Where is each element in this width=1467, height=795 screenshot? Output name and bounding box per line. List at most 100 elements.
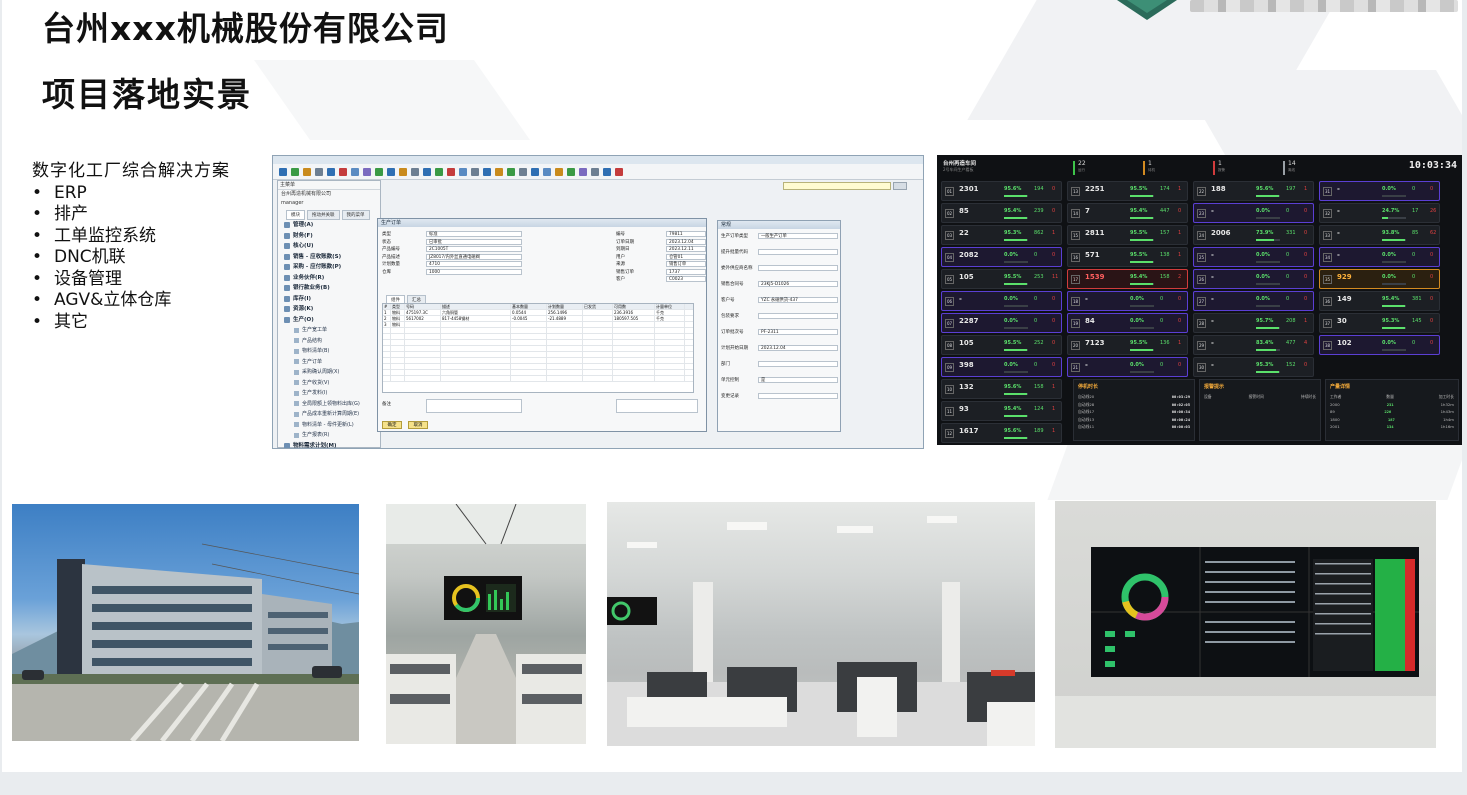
machine-card[interactable]: 37 30 95.3% 145 0	[1319, 313, 1440, 333]
erp-side-input[interactable]: YZC 永磁供货-437	[758, 297, 838, 303]
machine-card[interactable]: 07 2287 0.0% 0 0	[941, 313, 1062, 333]
erp-field-input[interactable]: 1737	[666, 268, 706, 275]
erp-module-item[interactable]: 管理(A)	[278, 220, 380, 231]
erp-module-item[interactable]: 资源(K)	[278, 304, 380, 315]
machine-card[interactable]: 32- 24.7% 17 26	[1319, 203, 1440, 223]
erp-module-item[interactable]: 银行款业务(B)	[278, 283, 380, 294]
erp-production-item[interactable]: 产品结构	[278, 336, 380, 347]
erp-production-item[interactable]: 生产收货(V)	[278, 378, 380, 389]
machine-card[interactable]: 02 85 95.4% 239 0	[941, 203, 1062, 223]
toolbar-button-icon[interactable]	[279, 167, 287, 176]
erp-field-input[interactable]: 标准	[426, 231, 522, 237]
erp-side-input[interactable]: PF-2311	[758, 329, 838, 335]
toolbar-button-icon[interactable]	[423, 167, 431, 176]
machine-card[interactable]: 05 105 95.5% 253 11	[941, 269, 1062, 289]
toolbar-button-icon[interactable]	[591, 167, 599, 176]
machine-card[interactable]: 06- 0.0% 0 0	[941, 291, 1062, 311]
machine-card[interactable]: 34- 0.0% 0 0	[1319, 247, 1440, 267]
toolbar-button-icon[interactable]	[327, 167, 335, 176]
erp-field-input[interactable]: 79811	[666, 231, 706, 237]
toolbar-button-icon[interactable]	[555, 167, 563, 176]
erp-search-button[interactable]	[893, 182, 907, 190]
toolbar-button-icon[interactable]	[567, 167, 575, 176]
erp-field-input[interactable]: C0023	[666, 276, 706, 282]
machine-card[interactable]: 19 84 0.0% 0 0	[1067, 313, 1188, 333]
toolbar-button-icon[interactable]	[399, 167, 407, 176]
erp-production-item[interactable]: 生产发料(I)	[278, 388, 380, 399]
toolbar-button-icon[interactable]	[483, 167, 491, 176]
toolbar-button-icon[interactable]	[471, 167, 479, 176]
toolbar-button-icon[interactable]	[363, 167, 371, 176]
toolbar-button-icon[interactable]	[303, 167, 311, 176]
machine-card[interactable]: 27- 0.0% 0 0	[1193, 291, 1314, 311]
machine-card[interactable]: 25- 0.0% 0 0	[1193, 247, 1314, 267]
erp-side-input[interactable]: 2023.12.04	[758, 345, 838, 351]
erp-menu-tab[interactable]: 我的菜单	[341, 210, 370, 220]
erp-side-input[interactable]	[758, 265, 838, 271]
erp-module-item[interactable]: 生产(O)	[278, 315, 380, 326]
erp-field-input[interactable]: 1000	[426, 268, 522, 275]
erp-module-mrp[interactable]: 物料需求计划(M)	[278, 441, 380, 448]
erp-production-item[interactable]: 物料清单 - 母件更新(L)	[278, 420, 380, 431]
erp-remark-input[interactable]	[426, 399, 522, 413]
toolbar-button-icon[interactable]	[411, 167, 419, 176]
erp-menu-tab[interactable]: 拖动并关联	[307, 210, 340, 220]
machine-card[interactable]: 28- 95.7% 208 1	[1193, 313, 1314, 333]
toolbar-button-icon[interactable]	[351, 167, 359, 176]
erp-module-item[interactable]: 采购 - 应付账款(P)	[278, 262, 380, 273]
machine-card[interactable]: 22 188 95.6% 197 1	[1193, 181, 1314, 201]
machine-card[interactable]: 36 149 95.4% 381 0	[1319, 291, 1440, 311]
erp-production-item[interactable]: 产品成本重新计算周期(E)	[278, 409, 380, 420]
toolbar-button-icon[interactable]	[495, 167, 503, 176]
machine-card[interactable]: 14 7 95.4% 447 0	[1067, 203, 1188, 223]
machine-card[interactable]: 20 7123 95.5% 136 1	[1067, 335, 1188, 355]
erp-search-input[interactable]	[783, 182, 891, 190]
machine-card[interactable]: 18- 0.0% 0 0	[1067, 291, 1188, 311]
machine-card[interactable]: 38 102 0.0% 0 0	[1319, 335, 1440, 355]
toolbar-button-icon[interactable]	[543, 167, 551, 176]
toolbar-button-icon[interactable]	[315, 167, 323, 176]
toolbar-button-icon[interactable]	[387, 167, 395, 176]
ok-button[interactable]: 确定	[382, 421, 402, 429]
machine-card[interactable]: 12 1617 95.6% 189 1	[941, 423, 1062, 443]
toolbar-button-icon[interactable]	[339, 167, 347, 176]
cancel-button[interactable]: 取消	[408, 421, 428, 429]
erp-production-item[interactable]: 生产订单	[278, 357, 380, 368]
machine-card[interactable]: 35 929 0.0% 0 0	[1319, 269, 1440, 289]
erp-field-input[interactable]: 已审批	[426, 238, 522, 245]
erp-module-item[interactable]: 库存(I)	[278, 294, 380, 305]
erp-side-input[interactable]: 23KJ5-D1026	[758, 281, 838, 287]
toolbar-button-icon[interactable]	[435, 167, 443, 176]
erp-field-input[interactable]: 4710	[426, 261, 522, 267]
machine-card[interactable]: 17 1539 95.4% 158 2	[1067, 269, 1188, 289]
erp-module-item[interactable]: 财务(F)	[278, 231, 380, 242]
erp-production-item[interactable]: 采购确认周期(X)	[278, 367, 380, 378]
erp-module-item[interactable]: 核心(U)	[278, 241, 380, 252]
erp-field-input[interactable]: JZ8017/内外丝直通电磁阀	[426, 253, 522, 260]
machine-card[interactable]: 13 2251 95.5% 174 1	[1067, 181, 1188, 201]
machine-card[interactable]: 03 22 95.3% 862 1	[941, 225, 1062, 245]
toolbar-button-icon[interactable]	[375, 167, 383, 176]
machine-card[interactable]: 21- 0.0% 0 0	[1067, 357, 1188, 377]
erp-field-input[interactable]: 销售订单	[666, 261, 706, 267]
erp-side-input[interactable]: 是	[758, 377, 838, 383]
toolbar-button-icon[interactable]	[531, 167, 539, 176]
machine-card[interactable]: 15 2811 95.5% 157 1	[1067, 225, 1188, 245]
toolbar-button-icon[interactable]	[579, 167, 587, 176]
erp-field-input[interactable]: 2C1005T	[426, 246, 522, 252]
machine-card[interactable]: 11 93 95.4% 124 1	[941, 401, 1062, 421]
machine-card[interactable]: 31- 0.0% 0 0	[1319, 181, 1440, 201]
toolbar-button-icon[interactable]	[459, 167, 467, 176]
erp-module-item[interactable]: 业务伙伴(R)	[278, 273, 380, 284]
erp-side-input[interactable]	[758, 361, 838, 367]
erp-side-input[interactable]: 一般生产订单	[758, 233, 838, 239]
erp-production-item[interactable]: 物料清单(B)	[278, 346, 380, 357]
erp-remark-input-2[interactable]	[616, 399, 698, 413]
erp-production-item[interactable]: 生产报表(R)	[278, 430, 380, 441]
machine-card[interactable]: 33- 93.8% 85 62	[1319, 225, 1440, 245]
machine-card[interactable]: 01 2301 95.6% 194 0	[941, 181, 1062, 201]
erp-field-input[interactable]: 仓管01	[666, 253, 706, 260]
toolbar-button-icon[interactable]	[507, 167, 515, 176]
machine-card[interactable]: 10 132 95.6% 158 1	[941, 379, 1062, 399]
toolbar-button-icon[interactable]	[291, 167, 299, 176]
